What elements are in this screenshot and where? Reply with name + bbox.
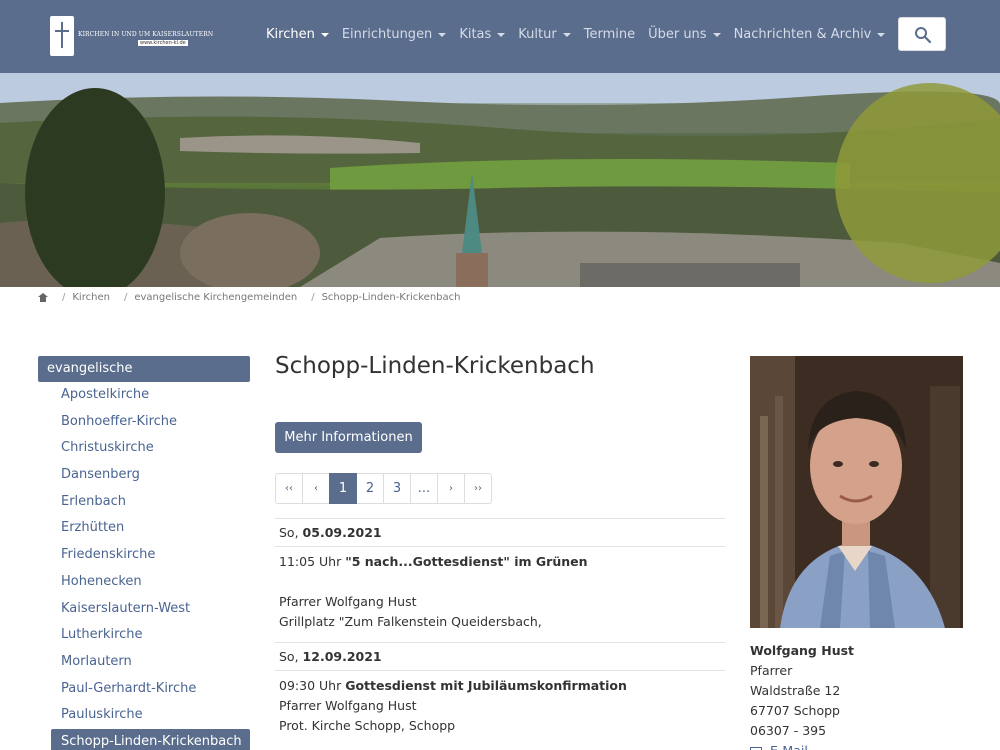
sidebar-item-morlautern[interactable]: Morlautern	[38, 649, 250, 676]
caret-down-icon	[877, 32, 886, 37]
event-location: Prot. Kirche Schopp, Schopp	[279, 718, 456, 733]
envelope-icon	[750, 746, 762, 750]
caret-down-icon	[320, 32, 329, 37]
hero-landscape-image	[0, 73, 1000, 287]
nav-item-termine[interactable]: Termine	[584, 27, 635, 42]
logo-text: KIRCHEN IN UND UM KAISERSLAUTERN	[78, 31, 214, 38]
event-date-row: So, 05.09.2021	[275, 518, 725, 546]
nav-label: Termine	[583, 27, 636, 42]
event-day: So,	[279, 649, 299, 664]
portrait-illustration	[750, 356, 963, 628]
event-headline: 09:30 Uhr Gottesdienst mit Jubiläumskonf…	[279, 676, 721, 696]
caret-down-icon	[712, 32, 721, 37]
nav-label: Einrichtungen	[341, 27, 433, 42]
contact-phone: 06307 - 395	[750, 723, 827, 738]
pagination-page-1[interactable]: 1	[329, 473, 357, 504]
event-date: 12.09.2021	[302, 649, 382, 664]
event-time: 11:05 Uhr	[279, 554, 342, 569]
event-person: Pfarrer Wolfgang Hust	[279, 594, 417, 609]
contact-role: Pfarrer	[750, 663, 793, 678]
breadcrumb-separator: /	[123, 292, 128, 303]
church-cross-icon	[50, 16, 74, 56]
caret-down-icon	[438, 32, 447, 37]
pagination-first[interactable]: ‹‹	[275, 473, 303, 504]
event-day: So,	[279, 525, 299, 540]
sidebar-item-bonhoeffer-kirche[interactable]: Bonhoeffer-Kirche	[38, 409, 250, 436]
nav-label: Über uns	[648, 27, 707, 42]
event-title[interactable]: Gottesdienst mit Jubiläumskonfirmation	[345, 678, 627, 693]
site-header: KIRCHEN IN UND UM KAISERSLAUTERN www.kir…	[0, 0, 1000, 73]
sidebar-item-paul-gerhardt-kirche[interactable]: Paul-Gerhardt-Kirche	[38, 676, 250, 703]
sidebar: evangelische Kirchengemeinden Apostelkir…	[38, 356, 250, 750]
nav-item-kultur[interactable]: Kultur	[518, 27, 571, 42]
pagination: ‹‹ ‹ 1 2 3 ... › ››	[275, 473, 492, 504]
site-logo[interactable]: KIRCHEN IN UND UM KAISERSLAUTERN www.kir…	[50, 16, 213, 56]
contact-card: Wolfgang Hust Pfarrer Waldstraße 12 6770…	[750, 641, 854, 750]
pagination-prev[interactable]: ‹	[302, 473, 330, 504]
sidebar-list: Apostelkirche Bonhoeffer-Kirche Christus…	[38, 382, 250, 750]
contact-name: Wolfgang Hust	[750, 643, 855, 658]
nav-item-kirchen[interactable]: Kirchen	[266, 27, 329, 42]
sidebar-item-dansenberg[interactable]: Dansenberg	[38, 462, 250, 489]
search-icon	[915, 27, 932, 44]
nav-item-kitas[interactable]: Kitas	[459, 27, 506, 42]
hero-illustration	[0, 73, 1000, 287]
sidebar-item-hohenecken[interactable]: Hohenecken	[38, 569, 250, 596]
sidebar-item-kaiserslautern-west[interactable]: Kaiserslautern-West	[38, 596, 250, 623]
nav-label: Kitas	[459, 27, 492, 42]
breadcrumb-separator: /	[311, 292, 315, 303]
pagination-page-2[interactable]: 2	[356, 473, 384, 504]
event-person: Pfarrer Wolfgang Hust	[279, 698, 417, 713]
sidebar-heading[interactable]: evangelische Kirchengemeinden	[38, 356, 250, 402]
home-icon[interactable]	[38, 293, 48, 302]
search-button[interactable]	[898, 17, 946, 51]
contact-street: Waldstraße 12	[750, 683, 841, 698]
nav-item-ueber-uns[interactable]: Über uns	[648, 27, 721, 42]
nav-label: Nachrichten & Archiv	[733, 27, 872, 42]
sidebar-item-schopp-linden-krickenbach[interactable]: Schopp-Linden-Krickenbach	[51, 728, 250, 750]
pagination-ellipsis[interactable]: ...	[410, 473, 438, 504]
main-nav: Kirchen Einrichtungen Kitas Kultur Termi…	[266, 27, 898, 42]
sidebar-item-apostelkirche[interactable]: Apostelkirche	[38, 382, 250, 409]
event-item: 11:05 Uhr "5 nach...Gottesdienst" im Grü…	[275, 546, 725, 642]
event-date-row: So, 12.09.2021	[275, 642, 725, 670]
nav-item-einrichtungen[interactable]: Einrichtungen	[341, 27, 447, 42]
event-title[interactable]: "5 nach...Gottesdienst" im Grünen	[345, 554, 587, 569]
logo-url: www.kirchen-kl.de	[138, 40, 188, 46]
sidebar-item-lutherkirche[interactable]: Lutherkirche	[38, 622, 250, 649]
sidebar-item-friedenskirche[interactable]: Friedenskirche	[38, 542, 250, 569]
pagination-last[interactable]: ››	[464, 473, 492, 504]
sidebar-item-pauluskirche[interactable]: Pauluskirche	[38, 702, 250, 729]
more-information-button[interactable]: Mehr Informationen	[275, 422, 422, 453]
pagination-next[interactable]: ›	[437, 473, 465, 504]
event-location: Grillplatz "Zum Falkenstein Queidersbach…	[279, 614, 542, 629]
page-title: Schopp-Linden-Krickenbach	[275, 353, 595, 379]
pagination-page-3[interactable]: 3	[383, 473, 411, 504]
breadcrumb: / Kirchen / evangelische Kirchengemeinde…	[38, 292, 460, 303]
contact-city: 67707 Schopp	[750, 703, 840, 718]
pastor-portrait-photo	[750, 356, 963, 628]
events-list: So, 05.09.2021 11:05 Uhr "5 nach...Gotte…	[275, 518, 725, 746]
breadcrumb-item-evangelische[interactable]: evangelische Kirchengemeinden	[134, 292, 297, 303]
breadcrumb-item-current: Schopp-Linden-Krickenbach	[321, 292, 461, 303]
nav-label: Kirchen	[266, 27, 315, 42]
caret-down-icon	[497, 32, 506, 37]
event-time: 09:30 Uhr	[279, 678, 342, 693]
breadcrumb-separator: /	[62, 292, 66, 303]
nav-item-nachrichten-archiv[interactable]: Nachrichten & Archiv	[734, 27, 886, 42]
breadcrumb-item-kirchen[interactable]: Kirchen	[72, 292, 110, 303]
sidebar-item-christuskirche[interactable]: Christuskirche	[38, 435, 250, 462]
event-date: 05.09.2021	[302, 525, 382, 540]
contact-email-link[interactable]: E-Mail	[750, 741, 854, 750]
sidebar-item-erzhuetten[interactable]: Erzhütten	[38, 515, 250, 542]
event-headline: 11:05 Uhr "5 nach...Gottesdienst" im Grü…	[279, 552, 721, 572]
sidebar-item-erlenbach[interactable]: Erlenbach	[38, 489, 250, 516]
contact-email-label: E-Mail	[770, 741, 808, 750]
caret-down-icon	[562, 32, 571, 37]
nav-label: Kultur	[518, 27, 557, 42]
event-item: 09:30 Uhr Gottesdienst mit Jubiläumskonf…	[275, 670, 725, 746]
